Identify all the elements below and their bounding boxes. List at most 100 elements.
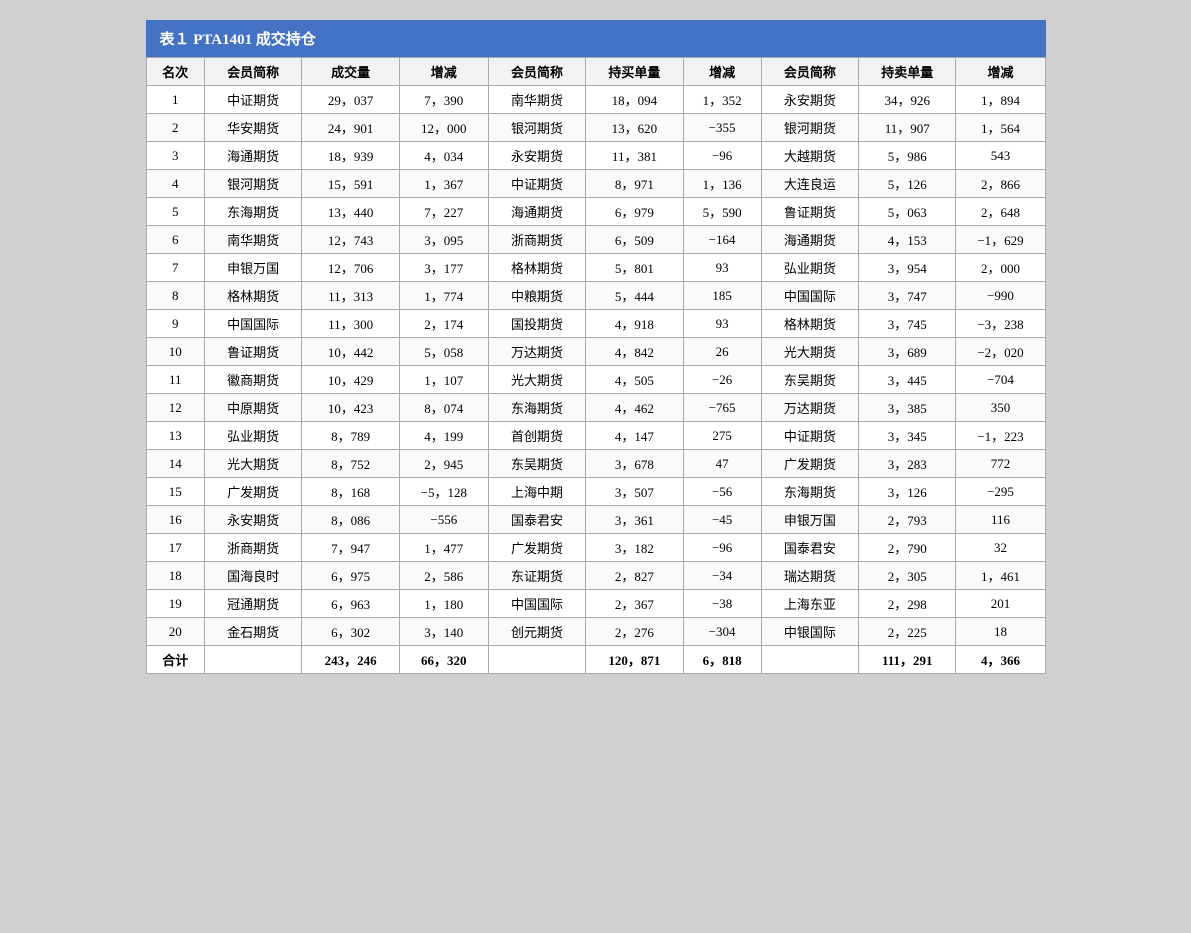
cell-v2: 4，842 <box>586 338 683 366</box>
cell-c1: −556 <box>399 506 488 534</box>
cell-n3: 大连良运 <box>761 170 858 198</box>
cell-n3: 光大期货 <box>761 338 858 366</box>
cell-n3: 上海东亚 <box>761 590 858 618</box>
footer-n3 <box>761 646 858 674</box>
cell-rank: 7 <box>146 254 204 282</box>
col-vol1: 成交量 <box>302 58 399 86</box>
cell-v2: 5，444 <box>586 282 683 310</box>
cell-c3: 1，461 <box>956 562 1045 590</box>
cell-n2: 光大期货 <box>488 366 585 394</box>
cell-v1: 10，442 <box>302 338 399 366</box>
cell-n3: 海通期货 <box>761 226 858 254</box>
cell-n2: 中国国际 <box>488 590 585 618</box>
cell-n2: 海通期货 <box>488 198 585 226</box>
cell-n1: 中国国际 <box>204 310 301 338</box>
cell-n1: 冠通期货 <box>204 590 301 618</box>
table-title: 表１ PTA1401 成交持仓 <box>146 20 1046 57</box>
table-row: 16永安期货8，086−556国泰君安3，361−45申银万国2，793116 <box>146 506 1045 534</box>
footer-row: 合计 243，246 66，320 120，871 6，818 111，291 … <box>146 646 1045 674</box>
cell-c2: −765 <box>683 394 761 422</box>
footer-n2 <box>488 646 585 674</box>
cell-n3: 东海期货 <box>761 478 858 506</box>
cell-v2: 2，276 <box>586 618 683 646</box>
cell-c1: 7，390 <box>399 86 488 114</box>
cell-n2: 银河期货 <box>488 114 585 142</box>
footer-v3: 111，291 <box>859 646 956 674</box>
cell-c2: 275 <box>683 422 761 450</box>
cell-v1: 11，313 <box>302 282 399 310</box>
cell-c2: 93 <box>683 310 761 338</box>
cell-v3: 5，986 <box>859 142 956 170</box>
cell-n3: 万达期货 <box>761 394 858 422</box>
cell-rank: 15 <box>146 478 204 506</box>
cell-v2: 4，147 <box>586 422 683 450</box>
cell-c1: 8，074 <box>399 394 488 422</box>
footer-rank: 合计 <box>146 646 204 674</box>
cell-v3: 2，305 <box>859 562 956 590</box>
cell-c3: 201 <box>956 590 1045 618</box>
cell-c3: 2，866 <box>956 170 1045 198</box>
cell-v1: 15，591 <box>302 170 399 198</box>
col-member3: 会员简称 <box>761 58 858 86</box>
cell-n3: 永安期货 <box>761 86 858 114</box>
cell-n3: 中证期货 <box>761 422 858 450</box>
col-member2: 会员简称 <box>488 58 585 86</box>
cell-n2: 首创期货 <box>488 422 585 450</box>
cell-n3: 大越期货 <box>761 142 858 170</box>
cell-c3: 350 <box>956 394 1045 422</box>
cell-v2: 4，505 <box>586 366 683 394</box>
table-row: 12中原期货10，4238，074东海期货4，462−765万达期货3，3853… <box>146 394 1045 422</box>
cell-n2: 创元期货 <box>488 618 585 646</box>
cell-v3: 3，126 <box>859 478 956 506</box>
cell-n1: 格林期货 <box>204 282 301 310</box>
cell-n1: 鲁证期货 <box>204 338 301 366</box>
col-buy: 持买单量 <box>586 58 683 86</box>
cell-rank: 12 <box>146 394 204 422</box>
cell-c3: −990 <box>956 282 1045 310</box>
cell-rank: 2 <box>146 114 204 142</box>
col-chg2: 增减 <box>683 58 761 86</box>
cell-n2: 格林期货 <box>488 254 585 282</box>
cell-n3: 格林期货 <box>761 310 858 338</box>
cell-c3: 772 <box>956 450 1045 478</box>
footer-v1: 243，246 <box>302 646 399 674</box>
cell-c3: 32 <box>956 534 1045 562</box>
cell-n2: 东吴期货 <box>488 450 585 478</box>
cell-n3: 申银万国 <box>761 506 858 534</box>
main-container: 表１ PTA1401 成交持仓 名次 会员简称 成交量 增减 会员简称 持买单量… <box>146 20 1046 674</box>
cell-v1: 8，168 <box>302 478 399 506</box>
col-chg3: 增减 <box>956 58 1045 86</box>
cell-n3: 鲁证期货 <box>761 198 858 226</box>
cell-c2: −96 <box>683 142 761 170</box>
cell-c1: 3，140 <box>399 618 488 646</box>
cell-v1: 7，947 <box>302 534 399 562</box>
cell-v1: 10，423 <box>302 394 399 422</box>
cell-c3: 1，894 <box>956 86 1045 114</box>
cell-v2: 3，507 <box>586 478 683 506</box>
cell-c2: −45 <box>683 506 761 534</box>
cell-v3: 5，126 <box>859 170 956 198</box>
cell-c2: −26 <box>683 366 761 394</box>
cell-rank: 18 <box>146 562 204 590</box>
cell-n1: 中证期货 <box>204 86 301 114</box>
cell-c1: 1，107 <box>399 366 488 394</box>
cell-rank: 11 <box>146 366 204 394</box>
header-row: 名次 会员简称 成交量 增减 会员简称 持买单量 增减 会员简称 持卖单量 增减 <box>146 58 1045 86</box>
cell-v3: 34，926 <box>859 86 956 114</box>
table-row: 14光大期货8，7522，945东吴期货3，67847广发期货3，283772 <box>146 450 1045 478</box>
cell-v2: 6，979 <box>586 198 683 226</box>
table-body: 1中证期货29，0377，390南华期货18，0941，352永安期货34，92… <box>146 86 1045 646</box>
cell-v3: 2，298 <box>859 590 956 618</box>
cell-n2: 上海中期 <box>488 478 585 506</box>
col-rank: 名次 <box>146 58 204 86</box>
cell-n1: 南华期货 <box>204 226 301 254</box>
cell-v1: 8，789 <box>302 422 399 450</box>
cell-v2: 4，918 <box>586 310 683 338</box>
cell-c2: −96 <box>683 534 761 562</box>
cell-c3: 2，000 <box>956 254 1045 282</box>
cell-v1: 6，302 <box>302 618 399 646</box>
cell-v1: 12，743 <box>302 226 399 254</box>
cell-rank: 6 <box>146 226 204 254</box>
table-row: 13弘业期货8，7894，199首创期货4，147275中证期货3，345−1，… <box>146 422 1045 450</box>
cell-rank: 17 <box>146 534 204 562</box>
